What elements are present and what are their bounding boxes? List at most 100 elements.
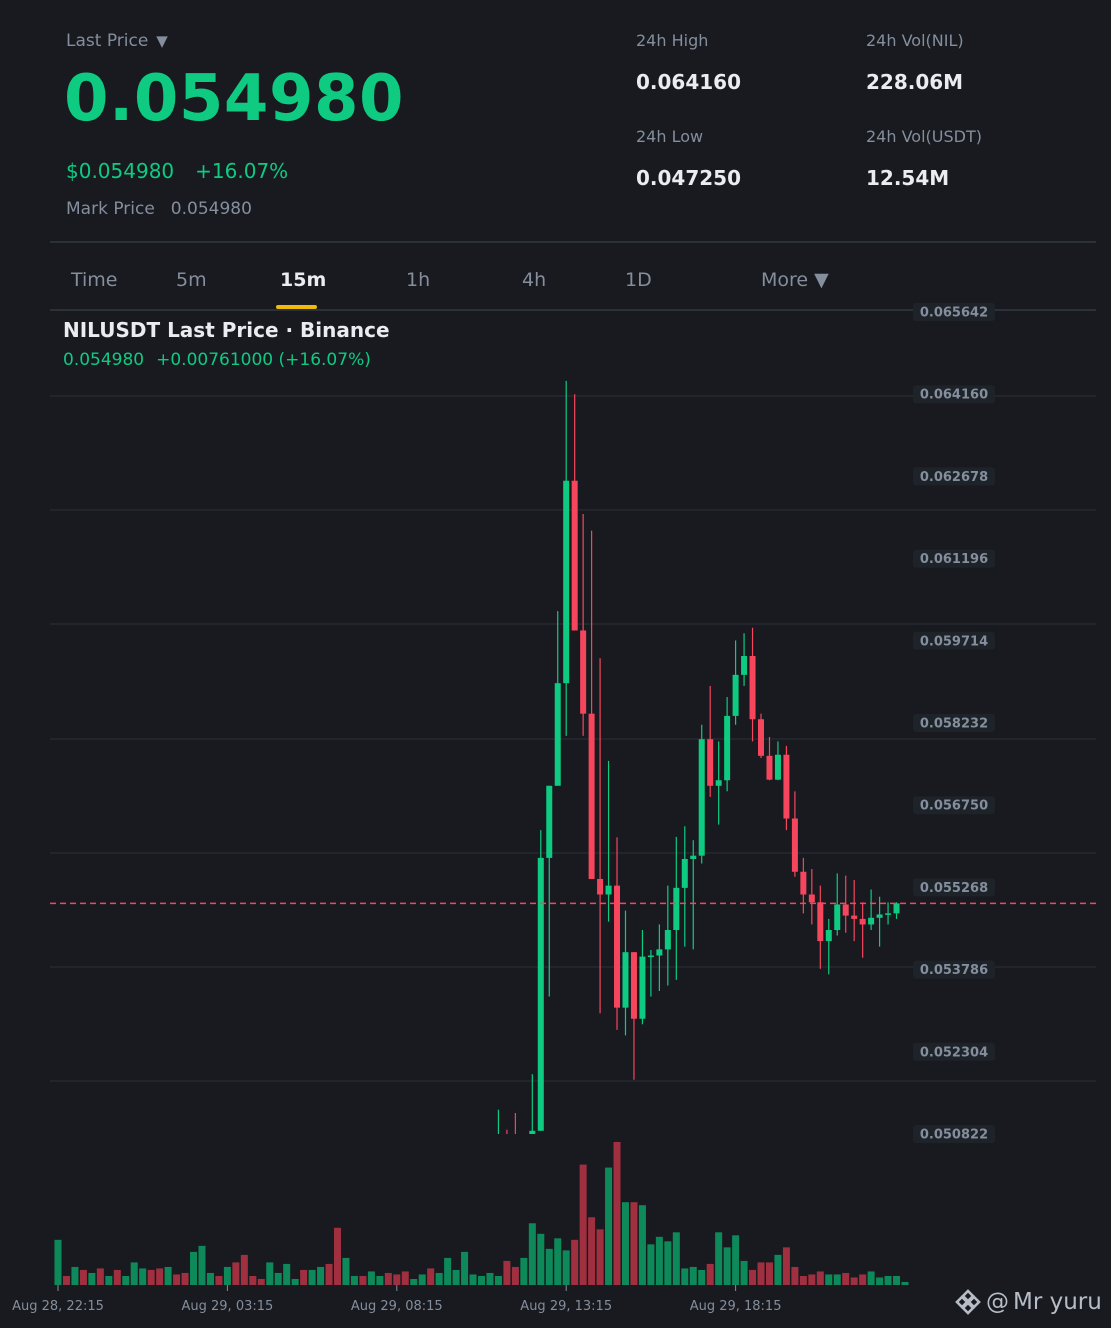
caret-down-icon[interactable]: ▼ [156, 32, 168, 50]
candle-body [783, 754, 790, 819]
volume-bar [452, 1269, 460, 1285]
candle-body [859, 918, 866, 925]
volume-bar [732, 1235, 740, 1285]
volume-bar [266, 1262, 274, 1285]
ticker-header: Last Price ▼ 0.054980 $0.054980 +16.07% … [0, 0, 1111, 242]
candle-body [233, 1208, 239, 1211]
y-tick-label: 0.059714 [920, 634, 988, 649]
volume-bar [435, 1272, 443, 1285]
candle-body [885, 913, 892, 915]
volume-bar [850, 1277, 858, 1285]
candle-body [563, 480, 570, 684]
tab-4h[interactable]: 4h [522, 269, 546, 291]
candle-body [63, 1232, 69, 1235]
volume-bar [901, 1281, 909, 1285]
volume-bar [833, 1274, 841, 1285]
volume-bar [681, 1268, 689, 1285]
candle-body [250, 1227, 256, 1229]
volume-bar [799, 1275, 807, 1285]
volume-bar [672, 1232, 680, 1285]
y-tick-label: 0.052304 [920, 1045, 988, 1060]
volume-bar [647, 1244, 655, 1285]
candle-body [224, 1208, 230, 1243]
stat-label: 24h Vol(USDT) [866, 127, 982, 146]
volume-bar [198, 1245, 206, 1285]
mark-price-label: Mark Price [66, 199, 155, 219]
volume-bar [579, 1164, 587, 1285]
candle-body [174, 1236, 180, 1238]
volume-bar [689, 1266, 697, 1285]
candle-body [207, 1241, 213, 1244]
volume-bar [469, 1274, 477, 1285]
candle-body [690, 855, 697, 860]
volume-bar [139, 1268, 147, 1285]
candle-body [673, 887, 680, 930]
candle-body [284, 1224, 290, 1227]
stat-24h-high: 24h High 0.064160 [636, 31, 741, 94]
candle-body [537, 857, 544, 1131]
volume-bar [528, 1223, 536, 1285]
candle-body [817, 902, 824, 942]
volume-bar [96, 1268, 104, 1285]
candle-body [495, 1140, 501, 1168]
tab-time[interactable]: Time [71, 269, 118, 291]
volume-bar [520, 1257, 528, 1285]
volume-bar [444, 1257, 452, 1285]
candle-body [462, 1230, 468, 1232]
watermark-name: Mr yuru [1013, 1289, 1102, 1315]
volume-bar [655, 1236, 663, 1285]
volume-bar [876, 1277, 884, 1285]
y-tick-label: 0.062678 [920, 470, 988, 485]
candle-body [428, 1231, 434, 1233]
candle-body [580, 630, 587, 714]
candle-body [241, 1211, 247, 1227]
volume-bar [571, 1239, 579, 1285]
candle-body [647, 955, 654, 958]
volume-bar [147, 1269, 155, 1285]
volume-bar [190, 1251, 198, 1285]
candle-body [656, 949, 663, 956]
volume-bar [62, 1275, 70, 1285]
volume-bar [884, 1275, 892, 1285]
candle-body [351, 1217, 357, 1219]
volume-bar [88, 1272, 96, 1285]
x-tick-label: Aug 29, 03:15 [182, 1299, 274, 1314]
stat-value: 0.064160 [636, 70, 742, 94]
candle-body [199, 1244, 205, 1246]
volume-bar [181, 1272, 189, 1285]
candle-body [529, 1130, 536, 1134]
candle-body [834, 904, 841, 930]
tab-more[interactable]: More ▼ [761, 269, 829, 291]
candle-body [588, 713, 595, 879]
candles-group [63, 380, 900, 1246]
candle-body [681, 859, 688, 888]
candle-body [377, 1211, 383, 1217]
candle-body [157, 1235, 163, 1237]
candle-body [131, 1233, 137, 1235]
candle-body [571, 480, 578, 631]
chart-title: NILUSDT Last Price · Binance [63, 318, 390, 342]
candle-body [758, 719, 765, 756]
candle-body [182, 1238, 188, 1246]
candlestick-chart[interactable]: 0.065642 0.064160 0.062678 0.061196 0.059714… [0, 300, 1111, 1328]
last-price-selector[interactable]: Last Price ▼ [66, 31, 168, 51]
candle-body [394, 1222, 400, 1226]
volume-bar [621, 1202, 629, 1285]
tab-5m[interactable]: 5m [176, 269, 207, 291]
tab-1h[interactable]: 1h [406, 269, 430, 291]
candle-body [191, 1244, 197, 1246]
volume-bar [274, 1272, 282, 1285]
volume-bar [105, 1275, 113, 1285]
volume-bar [664, 1241, 672, 1285]
tab-15m[interactable]: 15m [280, 269, 326, 291]
volume-bar [630, 1202, 638, 1285]
tab-1d[interactable]: 1D [625, 269, 652, 291]
volume-bar [588, 1217, 596, 1285]
mark-price-row: Mark Price 0.054980 [66, 199, 252, 219]
volume-bar [215, 1275, 223, 1285]
volume-bar [638, 1205, 646, 1285]
stat-label: 24h Vol(NIL) [866, 31, 964, 50]
volume-bar [537, 1233, 545, 1285]
candle-body [521, 1187, 527, 1189]
volume-bar [232, 1262, 240, 1285]
